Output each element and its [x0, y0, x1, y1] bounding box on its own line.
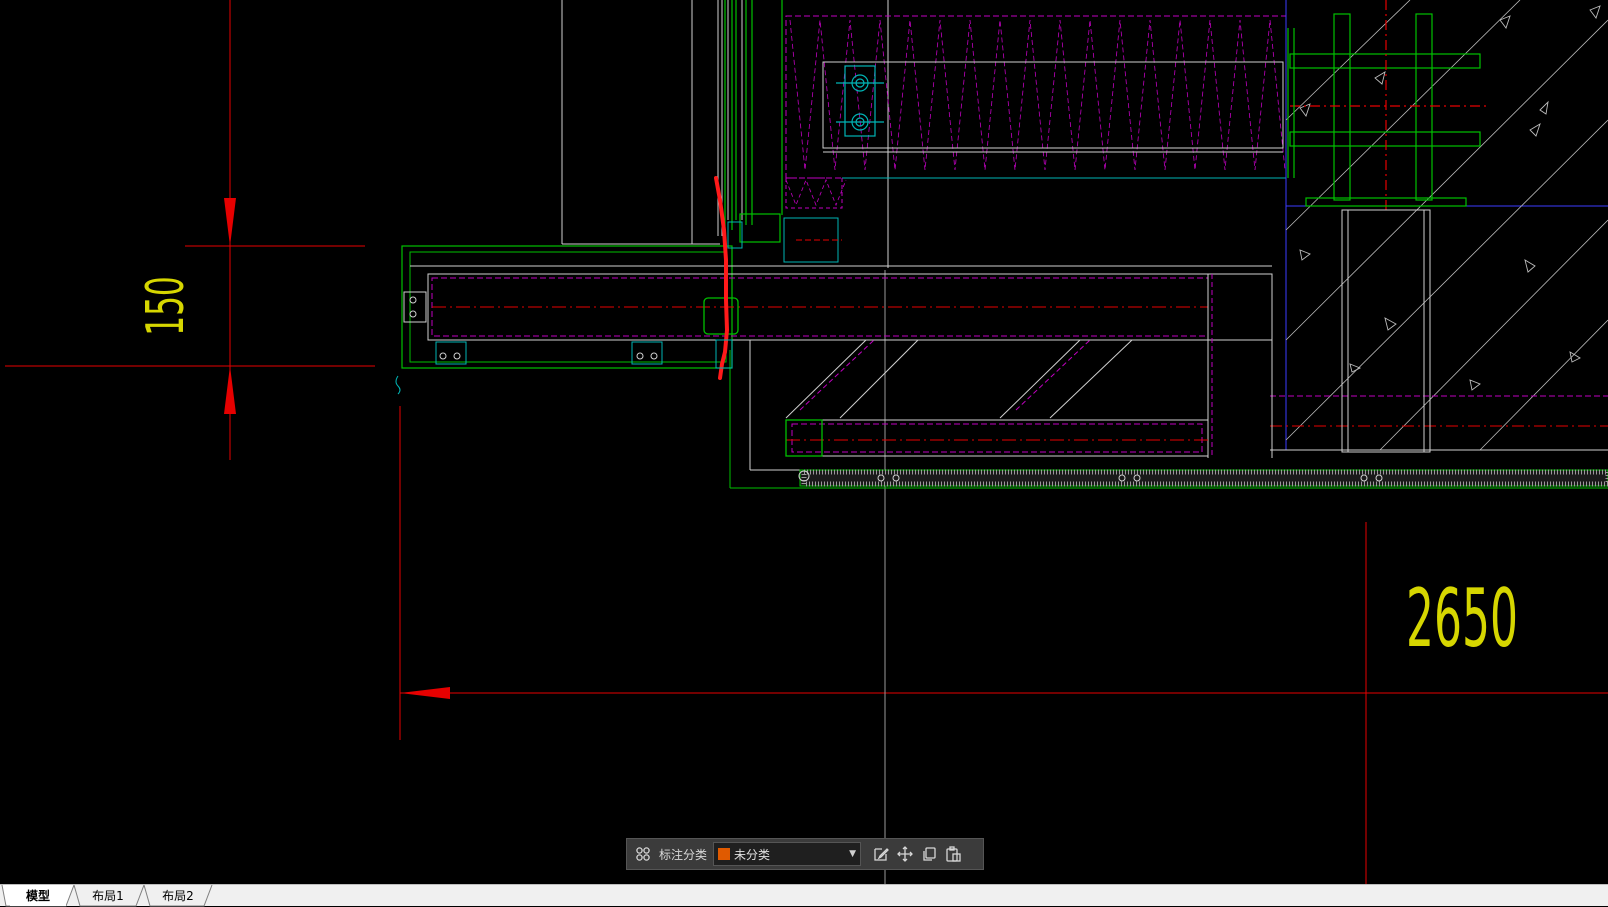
section-mark	[395, 375, 401, 395]
anchor-bolts	[836, 65, 884, 137]
chevron-down-icon: ▼	[849, 849, 857, 859]
annotation-toolbar: 标注分类 未分类 ▼	[626, 838, 984, 870]
vertical-dimension: 150	[5, 0, 375, 460]
dimension-value-2650: 2650	[1406, 573, 1518, 666]
rebar-grid	[1287, 0, 1490, 210]
annotation-category-label: 标注分类	[659, 847, 708, 862]
dimension-arrow-icon	[224, 198, 236, 246]
category-color-swatch	[718, 848, 731, 860]
tab-model[interactable]: 模型	[10, 885, 66, 906]
diagonal-brace	[729, 339, 1209, 489]
bottom-plate	[798, 469, 1608, 489]
dimension-arrow-icon	[400, 687, 450, 699]
move-icon[interactable]	[893, 842, 917, 866]
dimension-value-150: 150	[136, 276, 197, 336]
steel-post	[1341, 209, 1431, 453]
grid-icon[interactable]	[631, 842, 655, 866]
beam-section	[401, 245, 1273, 458]
category-selected-value: 未分类	[734, 847, 771, 862]
edit-icon[interactable]	[869, 842, 893, 866]
tab-layout1[interactable]: 布局1	[80, 885, 136, 906]
paste-icon[interactable]	[941, 842, 965, 866]
cad-drawing-canvas[interactable]: 150 2650	[0, 0, 1608, 884]
layout-tab-bar: 模型 布局1 布局2	[0, 884, 1608, 907]
tab-layout2[interactable]: 布局2	[150, 885, 206, 906]
copy-icon[interactable]	[917, 842, 941, 866]
dimension-arrow-icon	[224, 366, 236, 414]
annotation-category-select[interactable]: 未分类 ▼	[713, 842, 862, 866]
insulation-panel	[785, 15, 1287, 209]
